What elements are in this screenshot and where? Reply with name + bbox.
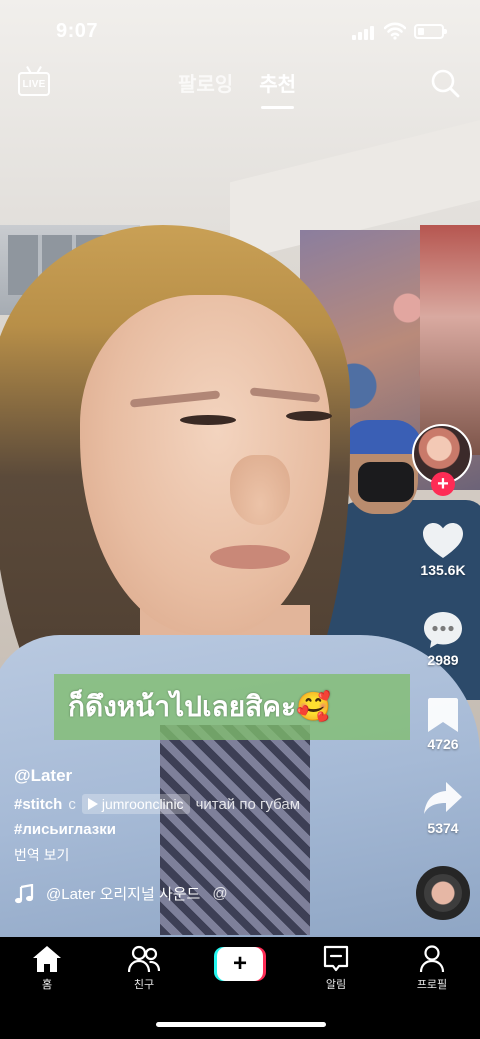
bookmark-button[interactable]: 4726 bbox=[410, 696, 476, 752]
battery-icon bbox=[414, 24, 447, 39]
battery-level bbox=[418, 28, 424, 35]
music-note-icon bbox=[15, 883, 34, 903]
inbox-icon bbox=[323, 945, 349, 972]
like-count: 135.6K bbox=[420, 562, 466, 578]
friends-icon bbox=[128, 945, 160, 973]
live-button[interactable]: LIVE bbox=[18, 66, 50, 98]
follow-plus-icon[interactable]: + bbox=[431, 472, 455, 496]
play-icon bbox=[87, 798, 98, 810]
bookmark-count: 4726 bbox=[427, 736, 459, 752]
nav-friends[interactable]: 친구 bbox=[109, 945, 179, 992]
comment-count: 2989 bbox=[427, 652, 459, 668]
stitch-text: читай по губам bbox=[195, 795, 301, 813]
description-line-1: #stitch с jumroonclinic читай по губам bbox=[14, 794, 394, 814]
home-indicator bbox=[156, 1022, 326, 1027]
sound-row[interactable]: @Later 오리지널 사운드 @ bbox=[14, 883, 394, 904]
nav-home[interactable]: 홈 bbox=[12, 945, 82, 992]
music-disc-button[interactable] bbox=[416, 866, 470, 920]
live-label: LIVE bbox=[22, 78, 46, 90]
nav-inbox-label: 알림 bbox=[325, 979, 347, 991]
like-button[interactable]: 135.6K bbox=[410, 522, 476, 578]
nav-inbox[interactable]: 알림 bbox=[301, 945, 371, 992]
sound-name: @Later 오리지널 사운드 bbox=[46, 886, 201, 903]
home-icon bbox=[33, 946, 61, 972]
tab-following[interactable]: 팔로잉 bbox=[178, 68, 233, 109]
nav-profile[interactable]: 프로필 bbox=[397, 945, 467, 992]
search-icon[interactable] bbox=[430, 68, 460, 98]
signal-icon bbox=[352, 26, 374, 40]
live-icon: LIVE bbox=[18, 72, 50, 96]
sound-trailing: @ bbox=[212, 885, 228, 902]
nav-friends-label: 친구 bbox=[133, 979, 155, 991]
heart-icon bbox=[423, 523, 463, 558]
status-bar: 9:07 bbox=[0, 0, 480, 62]
share-count: 5374 bbox=[427, 820, 459, 836]
comment-button[interactable]: 2989 bbox=[410, 610, 476, 668]
plus-icon: + bbox=[217, 947, 263, 981]
description-line-2: #лисьиглазки bbox=[14, 821, 394, 838]
creator-avatar-button[interactable]: + bbox=[412, 424, 474, 498]
post-info: @Later #stitch с jumroonclinic читай по … bbox=[14, 766, 394, 904]
comment-icon bbox=[424, 612, 462, 648]
hashtag-second[interactable]: #лисьиглазки bbox=[14, 821, 116, 838]
share-icon bbox=[424, 782, 462, 814]
video-overlay-caption: ก็ดึงหน้าไปเลยสิคะ🥰 bbox=[54, 674, 410, 740]
profile-icon bbox=[419, 945, 445, 973]
hashtag-stitch[interactable]: #stitch bbox=[14, 796, 62, 813]
status-time: 9:07 bbox=[56, 20, 99, 42]
create-button[interactable]: + bbox=[214, 947, 266, 981]
nav-profile-label: 프로필 bbox=[416, 979, 448, 991]
stitch-connector: с bbox=[68, 795, 76, 813]
share-button[interactable]: 5374 bbox=[410, 780, 476, 836]
tab-for-you[interactable]: 추천 bbox=[259, 68, 296, 109]
bookmark-icon bbox=[428, 698, 458, 732]
stitched-video-chip[interactable]: jumroonclinic bbox=[81, 794, 190, 814]
stitched-account: jumroonclinic bbox=[101, 796, 184, 812]
nav-home-label: 홈 bbox=[41, 979, 53, 991]
creator-username[interactable]: @Later bbox=[14, 766, 394, 786]
translate-link[interactable]: 번역 보기 bbox=[14, 845, 394, 865]
wifi-icon bbox=[384, 22, 406, 40]
feed-tabs: 팔로잉 추천 bbox=[178, 68, 296, 109]
